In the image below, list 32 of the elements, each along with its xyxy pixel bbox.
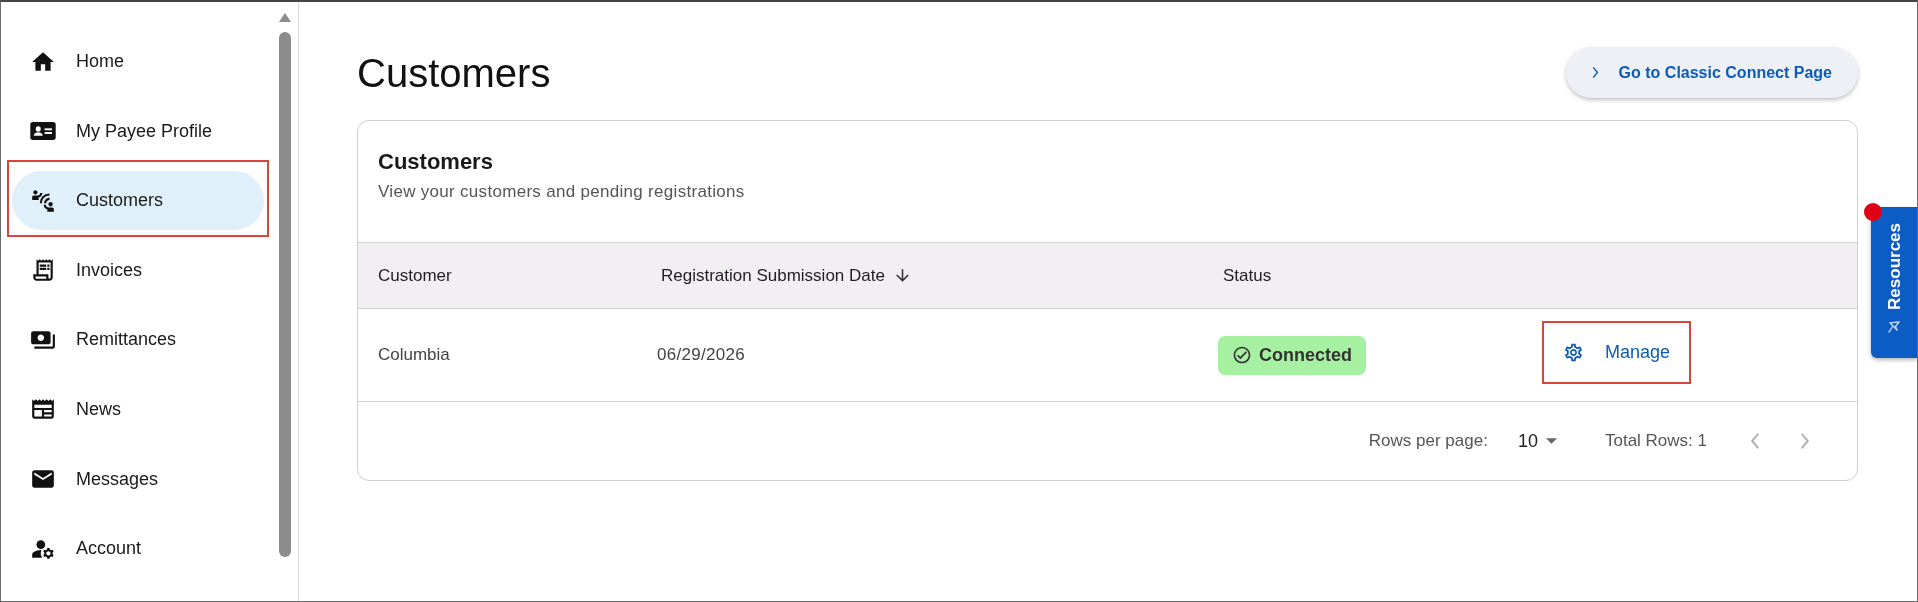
table-cell-text: 06/29/2026: [657, 344, 746, 367]
manage-button[interactable]: Manage: [1563, 339, 1671, 367]
nav-item[interactable]: Invoices: [12, 240, 264, 300]
nav-item[interactable]: Customers: [12, 171, 264, 231]
classic-page-button[interactable]: Go to Classic Connect Page: [1565, 47, 1858, 98]
column-header: Customer: [378, 264, 452, 287]
page-title: Customers: [357, 52, 551, 93]
chevron-right-icon: [1591, 67, 1599, 78]
column-header: Status: [1223, 264, 1272, 287]
card-subtitle: View your customers and pending registrations: [378, 181, 745, 203]
chevron-right-icon: [1800, 433, 1810, 449]
resources-tab[interactable]: Resources: [1871, 207, 1917, 358]
settings-icon: [1563, 342, 1584, 364]
nav-item[interactable]: Home: [12, 32, 264, 91]
column-header: Registration Submission Date: [661, 264, 885, 287]
nav-item[interactable]: News: [12, 379, 264, 439]
nav-item[interactable]: Remittances: [12, 310, 264, 370]
rows-per-page-label: Rows per page:: [1368, 430, 1488, 453]
id-card-icon: [30, 122, 56, 141]
total-rows-label: Total Rows: 1: [1604, 430, 1707, 453]
status-label: Connected: [1259, 343, 1352, 367]
nav-item[interactable]: Messages: [12, 449, 264, 509]
card-title: Customers: [378, 149, 493, 175]
scroll-up-arrow-icon[interactable]: [279, 13, 291, 22]
table-cell-text: Columbia: [378, 344, 450, 367]
scrollbar-thumb[interactable]: [279, 32, 291, 557]
nav-item[interactable]: My Payee Profile: [12, 101, 264, 161]
pin-icon: [1887, 319, 1901, 333]
nav-item[interactable]: Account: [12, 519, 264, 579]
chevron-left-icon: [1750, 433, 1760, 449]
caret-icon: [1545, 438, 1557, 444]
rows-per-page-select[interactable]: 10: [1517, 427, 1557, 455]
